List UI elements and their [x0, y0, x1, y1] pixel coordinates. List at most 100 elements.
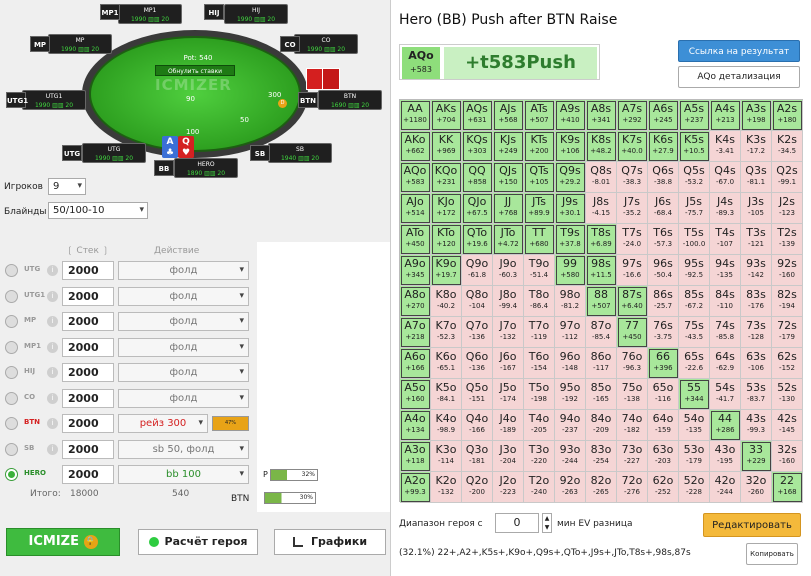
action-select[interactable]: фолд: [118, 363, 249, 382]
seat-hij[interactable]: HIJ 1990 ▥▥ 20: [224, 4, 288, 24]
range-cell[interactable]: A7s +292: [617, 100, 648, 131]
range-cell[interactable]: 86s -25.7: [648, 286, 679, 317]
action-select[interactable]: фолд: [118, 388, 249, 408]
range-cell[interactable]: 85o -165: [586, 379, 617, 410]
hero-select-radio[interactable]: [5, 315, 18, 328]
stack-input[interactable]: 2000: [62, 286, 114, 306]
range-cell[interactable]: K8s +48.2: [586, 131, 617, 162]
range-cell[interactable]: A6s +245: [648, 100, 679, 131]
range-cell[interactable]: KJs +249: [493, 131, 524, 162]
range-cell[interactable]: 72s -179: [772, 317, 803, 348]
range-cell[interactable]: 52o -228: [679, 472, 710, 503]
range-cell[interactable]: 92o -263: [555, 472, 586, 503]
hero-select-radio[interactable]: [5, 366, 18, 379]
range-cell[interactable]: 77 +450: [617, 317, 648, 348]
range-cell[interactable]: 94o -237: [555, 410, 586, 441]
hero-select-radio[interactable]: [5, 340, 18, 354]
range-cell[interactable]: 64o -159: [648, 410, 679, 441]
range-cell[interactable]: 75s -43.5: [679, 317, 710, 348]
range-cell[interactable]: K3o -114: [431, 441, 462, 472]
range-cell[interactable]: J5s -75.7: [679, 193, 710, 224]
range-cell[interactable]: J3s -105: [741, 193, 772, 224]
range-cell[interactable]: 62o -252: [648, 472, 679, 503]
range-cell[interactable]: A2s +180: [772, 100, 803, 131]
seat-co[interactable]: CO 1990 ▥▥ 20: [294, 34, 358, 54]
stack-input[interactable]: 2000: [62, 388, 114, 408]
range-cell[interactable]: 86o -117: [586, 348, 617, 379]
stack-input[interactable]: 2000: [62, 465, 114, 484]
range-cell[interactable]: K5o -84.1: [431, 379, 462, 410]
seat-btn[interactable]: BTN 1690 ▥▥ 20: [318, 90, 382, 110]
blinds-select[interactable]: 50/100-10: [48, 202, 148, 219]
min-ev-stepper[interactable]: ▲ ▼: [542, 513, 552, 533]
stack-input[interactable]: 2000: [62, 337, 114, 357]
hero-select-radio[interactable]: [5, 442, 18, 456]
range-cell[interactable]: J4o -189: [493, 410, 524, 441]
range-cell[interactable]: A9s +410: [555, 100, 586, 131]
range-cell[interactable]: Q7s -38.3: [617, 162, 648, 193]
range-cell[interactable]: K5s +10.5: [679, 131, 710, 162]
range-cell[interactable]: Q5s -53.2: [679, 162, 710, 193]
range-cell[interactable]: T5s -100.0: [679, 224, 710, 255]
range-cell[interactable]: T6s -57.3: [648, 224, 679, 255]
range-cell[interactable]: J9o -60.3: [493, 255, 524, 286]
range-cell[interactable]: AJs +568: [493, 100, 524, 131]
range-cell[interactable]: JTo +4.72: [493, 224, 524, 255]
range-cell[interactable]: A8s +341: [586, 100, 617, 131]
action-select[interactable]: sb 50, фолд: [118, 439, 249, 459]
range-cell[interactable]: A2o +99.3: [400, 472, 431, 503]
range-cell[interactable]: Q6s -38.8: [648, 162, 679, 193]
range-cell[interactable]: QQ +858: [462, 162, 493, 193]
range-cell[interactable]: Q4s -67.0: [710, 162, 741, 193]
range-cell[interactable]: K9s +106: [555, 131, 586, 162]
range-cell[interactable]: K7o -52.3: [431, 317, 462, 348]
range-cell[interactable]: 74s -85.8: [710, 317, 741, 348]
range-cell[interactable]: 33 +229: [741, 441, 772, 472]
range-cell[interactable]: J2o -223: [493, 472, 524, 503]
hero-calc-button[interactable]: Расчёт героя: [138, 529, 258, 555]
range-cell[interactable]: KK +969: [431, 131, 462, 162]
action-select[interactable]: фолд: [118, 261, 249, 280]
hero-select-radio[interactable]: [5, 289, 18, 303]
range-cell[interactable]: Q8s -8.01: [586, 162, 617, 193]
range-cell[interactable]: K2o -132: [431, 472, 462, 503]
seat-utg[interactable]: UTG 1990 ▥▥ 20: [82, 143, 146, 163]
range-cell[interactable]: T4o -205: [524, 410, 555, 441]
icmize-button[interactable]: ICMIZE 🔒: [6, 528, 120, 556]
range-cell[interactable]: 53o -179: [679, 441, 710, 472]
range-cell[interactable]: 87s +6.40: [617, 286, 648, 317]
range-cell[interactable]: 42o -244: [710, 472, 741, 503]
range-cell[interactable]: A4o +134: [400, 410, 431, 441]
range-cell[interactable]: J2s -123: [772, 193, 803, 224]
range-cell[interactable]: 65o -116: [648, 379, 679, 410]
range-cell[interactable]: T7s -24.0: [617, 224, 648, 255]
copy-range-button[interactable]: Копировать: [746, 543, 798, 565]
seat-utg1[interactable]: UTG1 1990 ▥▥ 20: [22, 90, 86, 110]
stack-input[interactable]: 2000: [62, 363, 114, 382]
stack-input[interactable]: 2000: [62, 312, 114, 331]
range-cell[interactable]: Q2o -200: [462, 472, 493, 503]
range-cell[interactable]: K8o -40.2: [431, 286, 462, 317]
range-cell[interactable]: AKs +704: [431, 100, 462, 131]
range-cell[interactable]: AA +1180: [400, 100, 431, 131]
range-cell[interactable]: T8s +6.89: [586, 224, 617, 255]
action-select[interactable]: bb 100: [118, 465, 249, 484]
range-cell[interactable]: J6o -167: [493, 348, 524, 379]
range-cell[interactable]: 99 +580: [555, 255, 586, 286]
range-cell[interactable]: 82o -265: [586, 472, 617, 503]
range-cell[interactable]: 98o -81.2: [555, 286, 586, 317]
range-cell[interactable]: 98s +11.5: [586, 255, 617, 286]
range-cell[interactable]: AJo +514: [400, 193, 431, 224]
range-cell[interactable]: J8o -99.4: [493, 286, 524, 317]
range-cell[interactable]: A3o +118: [400, 441, 431, 472]
range-cell[interactable]: 95s -92.5: [679, 255, 710, 286]
seat-hero[interactable]: HERO 1890 ▥▥ 20: [174, 158, 238, 178]
seat-sb[interactable]: SB 1940 ▥▥ 20: [268, 143, 332, 163]
range-cell[interactable]: A9o +345: [400, 255, 431, 286]
range-cell[interactable]: 32s -160: [772, 441, 803, 472]
range-cell[interactable]: T2o -240: [524, 472, 555, 503]
edit-range-button[interactable]: Редактировать: [703, 513, 801, 537]
range-cell[interactable]: 63o -203: [648, 441, 679, 472]
result-link-button[interactable]: Ссылка на результат: [678, 40, 800, 62]
stack-input[interactable]: 2000: [62, 439, 114, 459]
